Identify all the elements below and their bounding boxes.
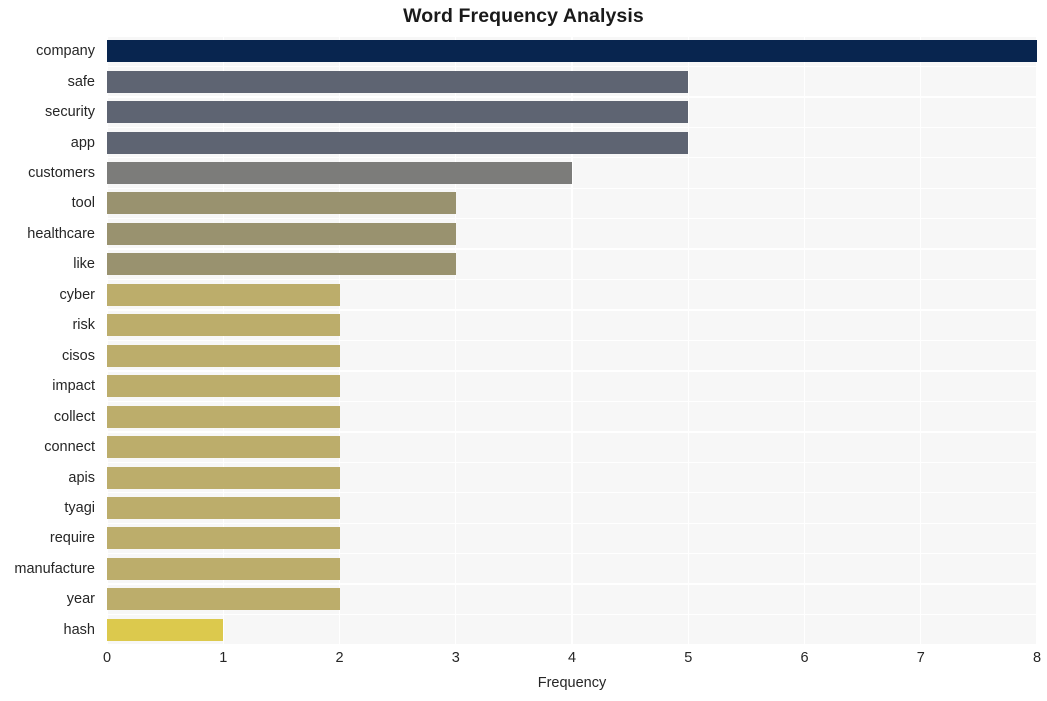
- plot-area: [107, 36, 1037, 645]
- bar[interactable]: [107, 466, 340, 489]
- bar[interactable]: [107, 344, 340, 367]
- y-tick-label: risk: [72, 317, 95, 334]
- bar[interactable]: [107, 101, 689, 124]
- bar[interactable]: [107, 588, 340, 611]
- bar[interactable]: [107, 527, 340, 550]
- gridline-horizontal: [107, 613, 1037, 616]
- y-tick-label: security: [45, 104, 95, 121]
- gridline-horizontal: [107, 157, 1037, 159]
- gridline-horizontal: [107, 278, 1037, 281]
- y-tick-label: cisos: [61, 347, 95, 364]
- gridline-horizontal: [107, 400, 1037, 403]
- bar[interactable]: [107, 192, 456, 215]
- y-tick-label: healthcare: [27, 225, 95, 242]
- gridline-horizontal: [107, 339, 1037, 342]
- x-axis-tick-labels: 0 1 2 3 4 5 6 7 8: [103, 650, 1041, 672]
- gridline-horizontal: [107, 370, 1037, 372]
- y-tick-label: manufacture: [14, 560, 95, 577]
- y-tick-label: collect: [53, 408, 95, 425]
- gridline-horizontal: [107, 248, 1037, 250]
- x-tick-label: 3: [451, 650, 460, 666]
- x-tick-label: 4: [567, 650, 577, 666]
- y-tick-label: hash: [63, 621, 95, 638]
- bar[interactable]: [107, 253, 456, 276]
- gridline-horizontal: [107, 218, 1037, 220]
- y-tick-label: tyagi: [64, 499, 95, 516]
- gridline-horizontal: [107, 461, 1037, 463]
- y-tick-label: cyber: [59, 286, 95, 303]
- y-tick-label: customers: [28, 165, 95, 182]
- y-tick-label: year: [66, 591, 95, 608]
- gridline-horizontal: [107, 36, 1037, 37]
- bar[interactable]: [107, 436, 340, 459]
- x-axis-title: Frequency: [537, 675, 607, 691]
- x-tick-label: 6: [800, 650, 809, 666]
- gridline-horizontal: [107, 96, 1037, 98]
- y-tick-label: impact: [52, 378, 95, 395]
- gridline-horizontal: [107, 431, 1037, 433]
- bar[interactable]: [107, 375, 340, 398]
- bar[interactable]: [107, 496, 340, 519]
- gridline-horizontal: [107, 522, 1037, 524]
- bar[interactable]: [107, 618, 224, 641]
- gridline-horizontal: [107, 644, 1037, 645]
- gridline-horizontal: [107, 65, 1037, 68]
- bar[interactable]: [107, 405, 340, 428]
- y-tick-label: like: [73, 256, 95, 273]
- y-tick-label: safe: [67, 73, 95, 90]
- y-tick-label: company: [36, 43, 95, 60]
- y-tick-label: require: [49, 530, 95, 547]
- bar[interactable]: [107, 162, 572, 185]
- gridline-horizontal: [107, 583, 1037, 585]
- bar[interactable]: [107, 283, 340, 306]
- gridline-horizontal: [107, 187, 1037, 189]
- word-frequency-chart: Word Frequency Analysis company safe secur…: [0, 0, 1047, 701]
- chart-title: Word Frequency Analysis: [403, 5, 644, 27]
- y-tick-label: app: [70, 134, 95, 151]
- bar[interactable]: [107, 70, 689, 93]
- x-tick-label: 5: [684, 650, 693, 666]
- x-tick-label: 0: [102, 650, 112, 666]
- gridline-horizontal: [107, 309, 1037, 311]
- y-tick-label: tool: [71, 195, 95, 212]
- x-tick-label: 2: [335, 650, 344, 666]
- gridline-horizontal: [107, 126, 1037, 129]
- gridline-horizontal: [107, 492, 1037, 494]
- x-tick-label: 8: [1032, 650, 1042, 666]
- bar[interactable]: [107, 131, 689, 154]
- y-tick-label: connect: [44, 439, 95, 456]
- bar[interactable]: [107, 40, 1037, 63]
- gridline-horizontal: [107, 552, 1037, 555]
- y-tick-label: apis: [68, 469, 95, 486]
- x-tick-label: 1: [219, 650, 228, 666]
- bar[interactable]: [107, 314, 340, 337]
- x-tick-label: 7: [916, 650, 925, 666]
- y-axis-tick-labels: company safe security app customers tool healt…: [0, 36, 102, 645]
- bar[interactable]: [107, 557, 340, 580]
- bar[interactable]: [107, 222, 456, 245]
